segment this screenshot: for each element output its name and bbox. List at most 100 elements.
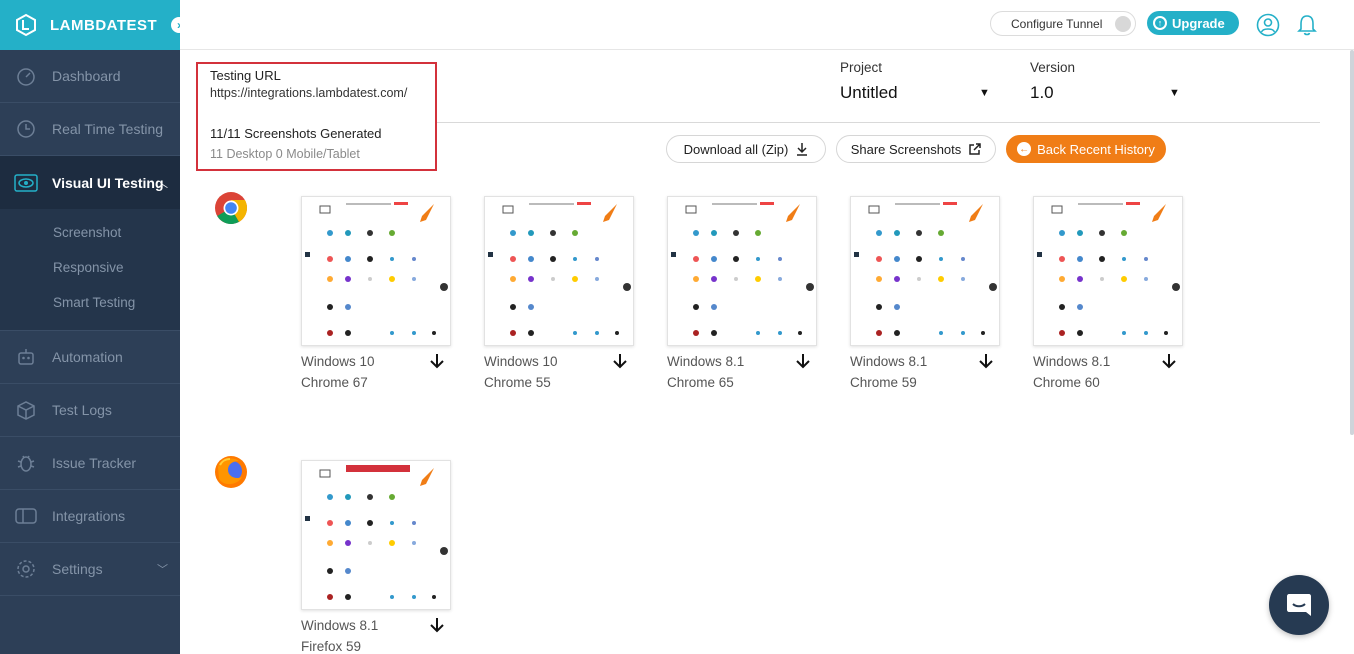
sidebar: LAMBDATEST › Dashboard Real Time Testing… — [0, 0, 189, 654]
lambdatest-logo-icon — [16, 13, 36, 37]
box-icon — [14, 398, 38, 422]
screenshot-card[interactable]: Windows 8.1 Chrome 59 — [850, 196, 1000, 390]
screenshot-card[interactable]: Windows 8.1 Chrome 60 — [1033, 196, 1183, 390]
chevron-down-icon: ﹀ — [157, 564, 168, 576]
device-breakdown: 11 Desktop 0 Mobile/Tablet — [210, 147, 360, 161]
sidebar-item-label: Visual UI Testing — [52, 174, 164, 191]
download-arrow-icon[interactable] — [429, 616, 445, 634]
card-os-label: Windows 8.1 — [667, 354, 745, 369]
screenshot-preview-image — [305, 202, 448, 336]
download-arrow-icon[interactable] — [429, 352, 445, 370]
card-browser-label: Firefox 59 — [301, 639, 362, 654]
external-share-icon — [969, 143, 982, 155]
configure-tunnel-toggle[interactable]: Configure Tunnel — [990, 11, 1136, 36]
caret-down-icon: ▼ — [979, 87, 990, 99]
submenu-item-smart-testing[interactable]: Smart Testing — [0, 285, 180, 320]
screenshot-preview-image — [671, 202, 814, 336]
download-all-label: Download all (Zip) — [683, 141, 789, 157]
download-icon — [796, 142, 808, 156]
screenshot-thumbnail[interactable] — [484, 196, 634, 346]
card-browser-label: Chrome 55 — [484, 375, 551, 390]
arrow-up-icon: ↑ — [1153, 16, 1167, 30]
card-os-label: Windows 8.1 — [301, 618, 379, 633]
user-avatar-icon[interactable] — [1256, 13, 1280, 37]
chat-bubble-icon — [1287, 594, 1311, 616]
upgrade-button[interactable]: ↑ Upgrade — [1147, 11, 1239, 35]
share-screenshots-button[interactable]: Share Screenshots — [836, 135, 996, 163]
chevron-up-icon: ︿ — [157, 177, 168, 190]
screenshot-preview-image — [305, 465, 448, 600]
download-arrow-icon[interactable] — [795, 352, 811, 370]
notification-bell-icon[interactable] — [1296, 13, 1318, 37]
card-browser-label: Chrome 67 — [301, 375, 368, 390]
share-label: Share Screenshots — [850, 141, 962, 157]
sidebar-item-issue-tracker[interactable]: Issue Tracker — [0, 437, 180, 490]
screenshot-card[interactable]: Windows 8.1 Firefox 59 — [301, 460, 451, 654]
screenshots-generated-count: 11/11 Screenshots Generated — [210, 126, 382, 141]
sidebar-item-dashboard[interactable]: Dashboard — [0, 50, 180, 103]
download-all-zip-button[interactable]: Download all (Zip) — [666, 135, 826, 163]
card-browser-label: Chrome 65 — [667, 375, 734, 390]
sidebar-item-test-logs[interactable]: Test Logs — [0, 384, 180, 437]
page-scrollbar[interactable] — [1350, 50, 1354, 435]
caret-down-icon: ▼ — [1169, 87, 1180, 99]
tunnel-switch[interactable] — [1115, 16, 1131, 32]
project-label: Project — [840, 60, 883, 75]
screenshot-thumbnail[interactable] — [667, 196, 817, 346]
screenshot-card[interactable]: Windows 8.1 Chrome 65 — [667, 196, 817, 390]
sidebar-item-label: Dashboard — [52, 68, 121, 84]
visual-ui-testing-submenu: Screenshot Responsive Smart Testing — [0, 209, 180, 331]
download-arrow-icon[interactable] — [612, 352, 628, 370]
integrations-icon — [14, 504, 38, 528]
submenu-item-responsive[interactable]: Responsive — [0, 250, 180, 285]
robot-icon — [14, 345, 38, 369]
version-label: Version — [1030, 60, 1076, 75]
firefox-icon — [215, 456, 247, 488]
sidebar-item-label: Issue Tracker — [52, 455, 137, 471]
chrome-icon — [215, 192, 248, 225]
brand-header: LAMBDATEST › — [0, 0, 189, 50]
back-recent-history-button[interactable]: ← Back Recent History — [1006, 135, 1166, 163]
upgrade-label: Upgrade — [1172, 15, 1225, 31]
screenshot-card[interactable]: Windows 10 Chrome 55 — [484, 196, 634, 390]
header-divider — [437, 122, 1320, 123]
download-arrow-icon[interactable] — [1161, 352, 1177, 370]
eye-icon — [14, 171, 38, 195]
screenshot-thumbnail[interactable] — [301, 460, 451, 610]
dashboard-gauge-icon — [14, 64, 38, 88]
screenshot-thumbnail[interactable] — [1033, 196, 1183, 346]
project-value: Untitled — [840, 83, 898, 102]
submenu-item-screenshot[interactable]: Screenshot — [0, 215, 180, 250]
screenshot-preview-image — [854, 202, 997, 336]
tunnel-label: Configure Tunnel — [1011, 16, 1103, 31]
version-value: 1.0 — [1030, 83, 1054, 102]
back-label: Back Recent History — [1037, 141, 1155, 157]
card-browser-label: Chrome 59 — [850, 375, 917, 390]
chat-support-button[interactable] — [1269, 575, 1329, 635]
card-os-label: Windows 8.1 — [1033, 354, 1111, 369]
card-os-label: Windows 8.1 — [850, 354, 928, 369]
sidebar-item-integrations[interactable]: Integrations — [0, 490, 180, 543]
sidebar-item-label: Integrations — [52, 508, 126, 524]
arrow-left-icon: ← — [1017, 142, 1032, 156]
sidebar-item-label: Settings — [52, 561, 103, 577]
topbar: Configure Tunnel ↑ Upgrade — [180, 0, 1354, 50]
card-os-label: Windows 10 — [301, 354, 375, 369]
screenshot-preview-image — [1037, 202, 1180, 336]
screenshot-preview-image — [488, 202, 631, 336]
sidebar-item-real-time-testing[interactable]: Real Time Testing — [0, 103, 180, 156]
sidebar-item-label: Real Time Testing — [52, 121, 164, 137]
download-arrow-icon[interactable] — [978, 352, 994, 370]
card-browser-label: Chrome 60 — [1033, 375, 1100, 390]
brand-name: LAMBDATEST — [50, 16, 158, 34]
sidebar-item-automation[interactable]: Automation — [0, 331, 180, 384]
screenshot-thumbnail[interactable] — [850, 196, 1000, 346]
clock-icon — [14, 117, 38, 141]
gear-icon — [14, 557, 38, 581]
sidebar-item-visual-ui-testing[interactable]: Visual UI Testing ︿ — [0, 156, 180, 209]
screenshot-card[interactable]: Windows 10 Chrome 67 — [301, 196, 451, 390]
card-os-label: Windows 10 — [484, 354, 558, 369]
sidebar-item-settings[interactable]: Settings ﹀ — [0, 543, 180, 596]
screenshot-thumbnail[interactable] — [301, 196, 451, 346]
bug-icon — [14, 451, 38, 475]
